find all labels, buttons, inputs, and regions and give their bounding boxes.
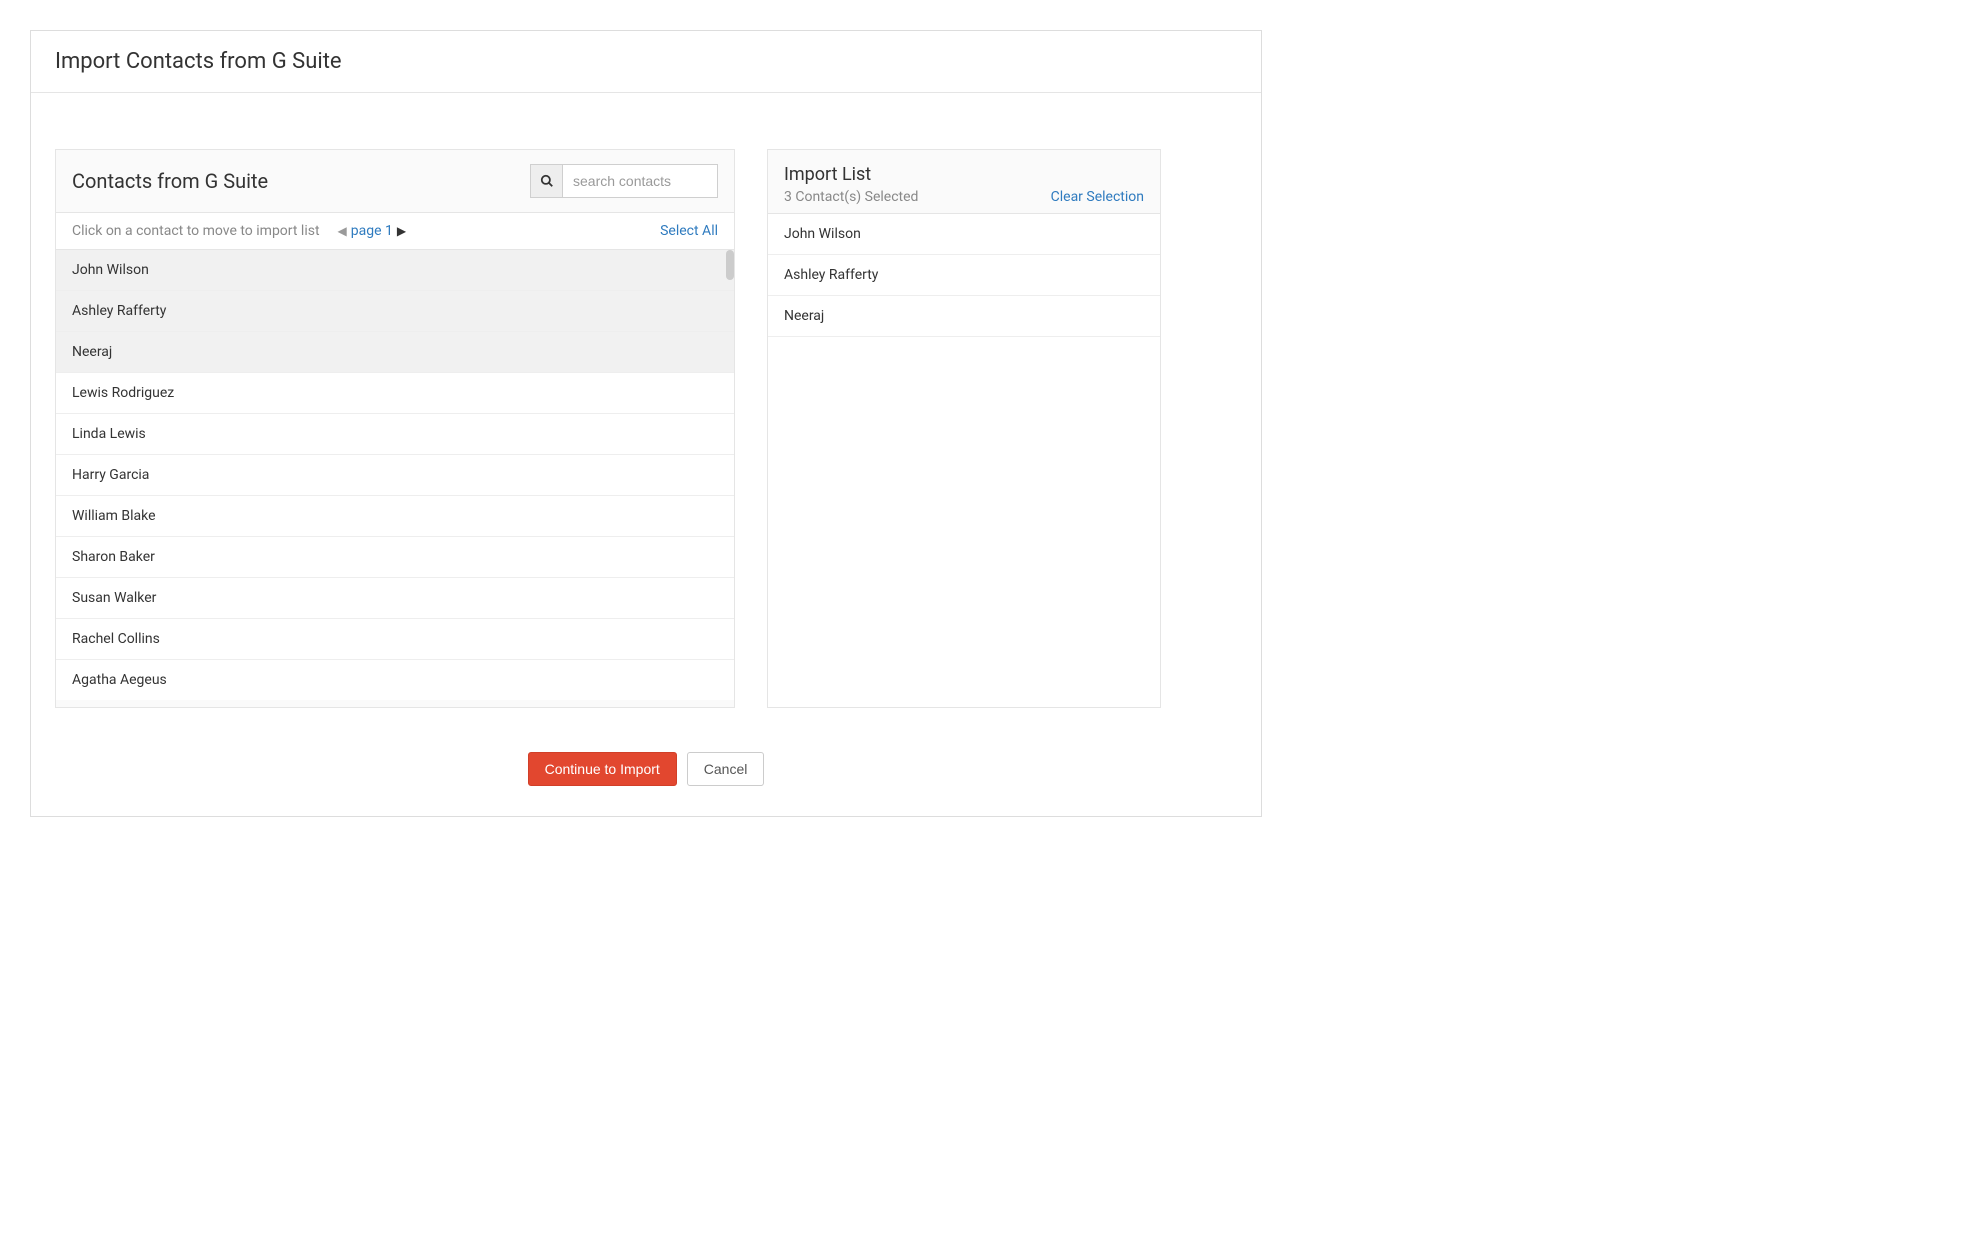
import-row[interactable]: Ashley Rafferty (768, 255, 1160, 296)
contact-row[interactable]: Linda Lewis (56, 414, 734, 455)
contact-row[interactable]: William Blake (56, 496, 734, 537)
import-panel-title: Import List (784, 164, 1144, 185)
contacts-list[interactable]: John WilsonAshley RaffertyNeerajLewis Ro… (56, 250, 734, 700)
contact-row[interactable]: Agatha Aegeus (56, 660, 734, 700)
cancel-button[interactable]: Cancel (687, 752, 765, 786)
import-panel-header: Import List 3 Contact(s) Selected Clear … (768, 150, 1160, 213)
modal-title: Import Contacts from G Suite (55, 49, 1237, 74)
contacts-instruction: Click on a contact to move to import lis… (72, 223, 320, 239)
continue-button[interactable]: Continue to Import (528, 752, 677, 786)
contact-row[interactable]: Lewis Rodriguez (56, 373, 734, 414)
clear-selection-link[interactable]: Clear Selection (1051, 189, 1144, 205)
contacts-panel-title: Contacts from G Suite (72, 169, 268, 193)
contact-row[interactable]: Susan Walker (56, 578, 734, 619)
import-panel: Import List 3 Contact(s) Selected Clear … (767, 149, 1161, 708)
import-list: John WilsonAshley RaffertyNeeraj (768, 213, 1160, 337)
import-row[interactable]: Neeraj (768, 296, 1160, 337)
contact-row[interactable]: Rachel Collins (56, 619, 734, 660)
contact-row[interactable]: Sharon Baker (56, 537, 734, 578)
contact-row[interactable]: Harry Garcia (56, 455, 734, 496)
search-input[interactable] (562, 164, 718, 198)
search-wrap (530, 164, 718, 198)
contacts-subheader: Click on a contact to move to import lis… (56, 212, 734, 250)
contacts-panel: Contacts from G Suite Click on a contact… (55, 149, 735, 708)
modal-footer: Continue to Import Cancel (31, 732, 1261, 816)
import-contacts-modal: Import Contacts from G Suite Contacts fr… (30, 30, 1262, 817)
import-spacer (768, 337, 1160, 707)
select-all-link[interactable]: Select All (660, 223, 718, 239)
modal-header: Import Contacts from G Suite (31, 31, 1261, 93)
import-row[interactable]: John Wilson (768, 214, 1160, 255)
page-label[interactable]: page 1 (351, 223, 393, 239)
import-panel-sub: 3 Contact(s) Selected Clear Selection (784, 189, 1144, 205)
import-count-label: 3 Contact(s) Selected (784, 189, 918, 205)
page-next-icon[interactable]: ▶ (397, 224, 406, 238)
scrollbar-thumb[interactable] (726, 250, 734, 280)
modal-body: Contacts from G Suite Click on a contact… (31, 93, 1261, 732)
contacts-panel-header: Contacts from G Suite (56, 150, 734, 212)
search-icon[interactable] (530, 164, 562, 198)
contact-row[interactable]: Neeraj (56, 332, 734, 373)
page-prev-icon[interactable]: ◀ (338, 224, 347, 238)
contact-row[interactable]: Ashley Rafferty (56, 291, 734, 332)
contact-row[interactable]: John Wilson (56, 250, 734, 291)
pager: ◀ page 1 ▶ (338, 223, 407, 239)
